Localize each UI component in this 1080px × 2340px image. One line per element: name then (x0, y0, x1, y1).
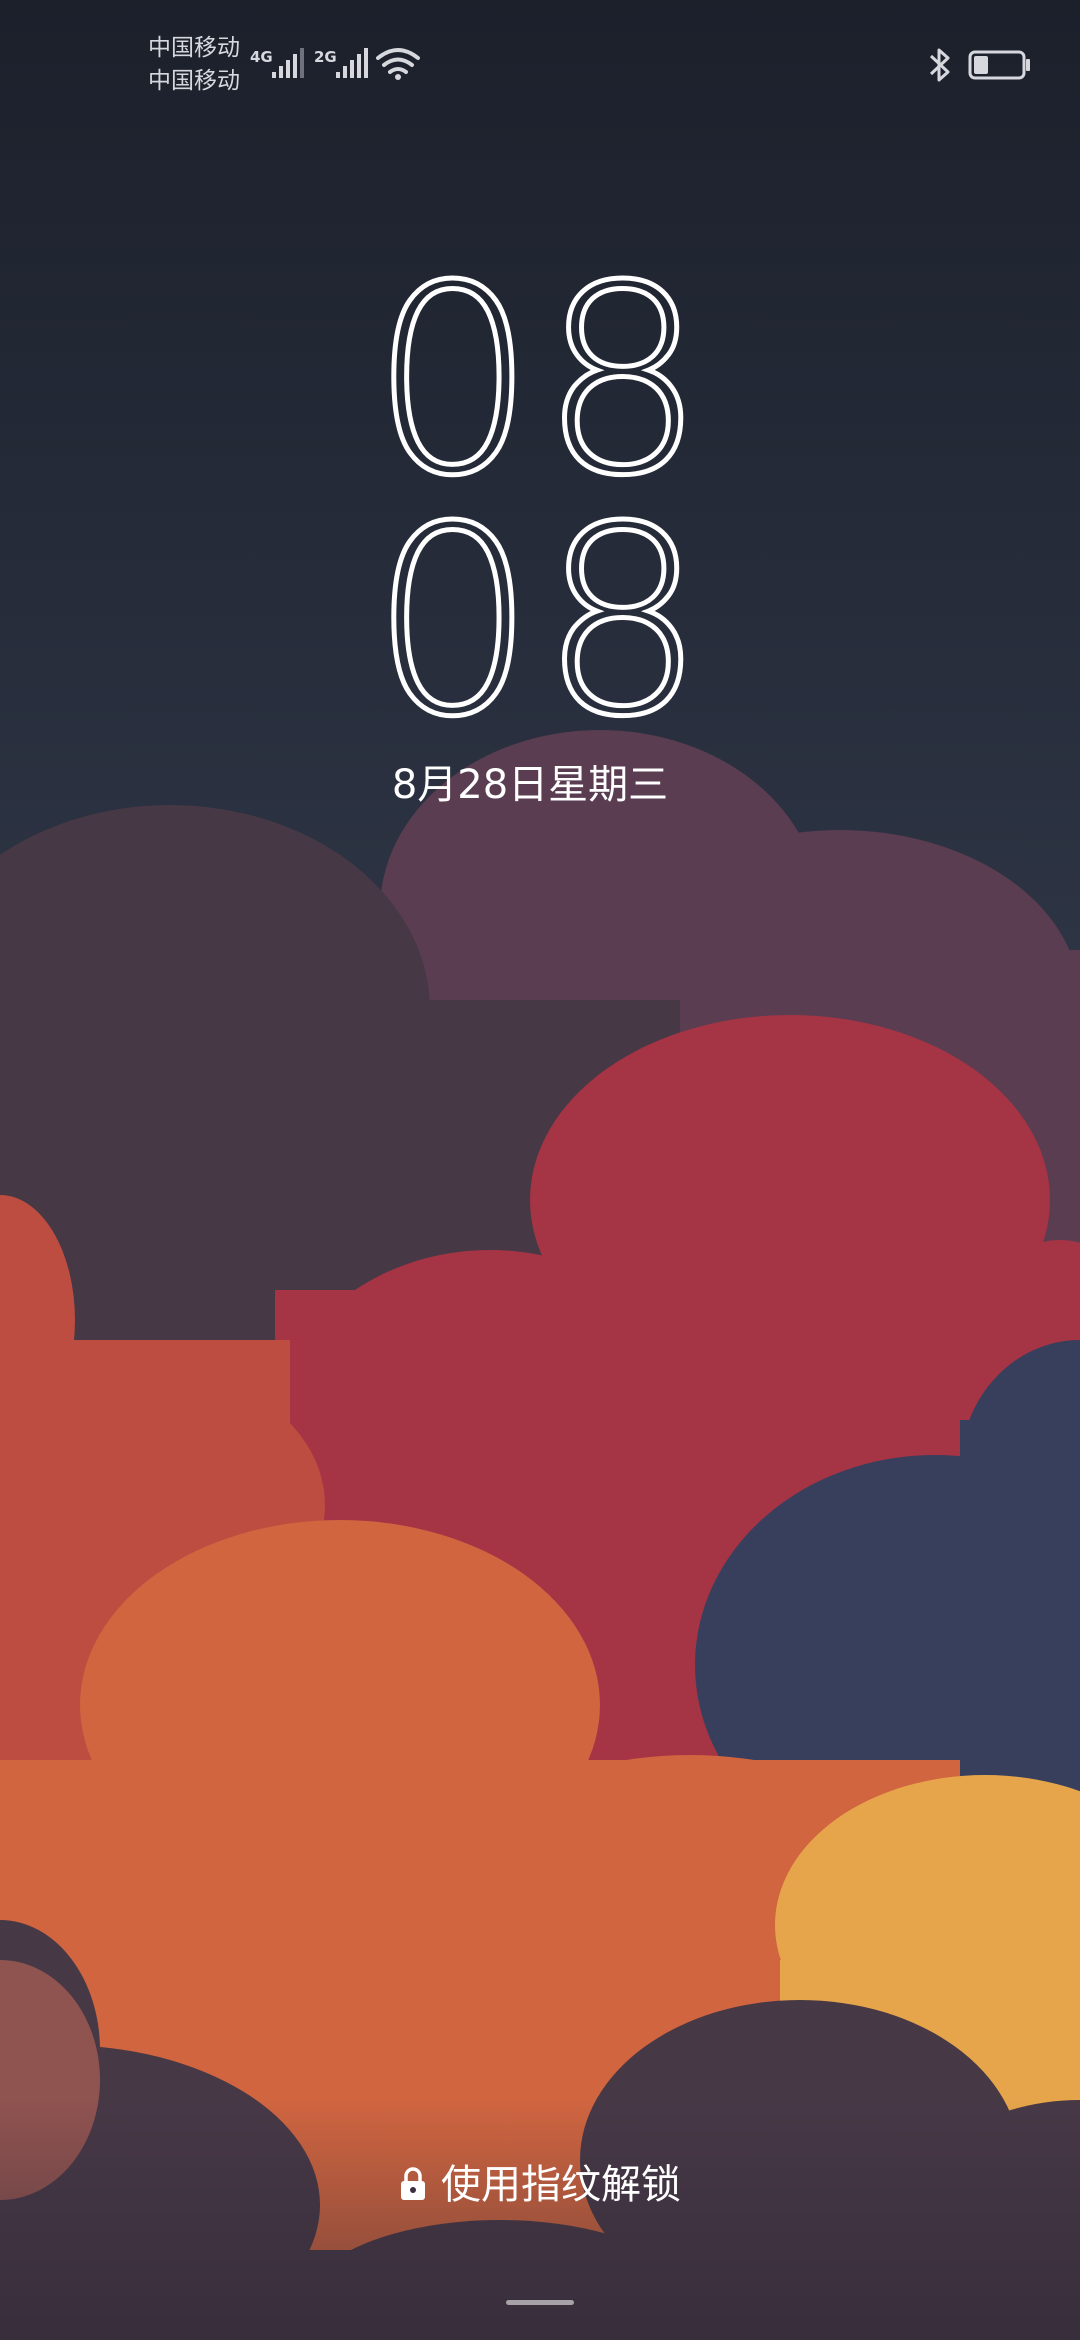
carrier-sim1: 中国移动 (148, 35, 240, 61)
sim1-signal: 4G (250, 44, 310, 84)
bluetooth-icon (929, 48, 950, 82)
lock-icon (401, 2167, 425, 2200)
carrier-labels: 中国移动 中国移动 (148, 32, 240, 98)
home-indicator[interactable] (506, 2300, 574, 2305)
date-label: 8月28日星期三 (391, 762, 669, 808)
signal-icon (336, 48, 368, 78)
battery-icon (968, 50, 1030, 80)
wifi-icon (376, 48, 420, 80)
signal-icon (272, 48, 304, 78)
clock-minutes: 08 (368, 472, 710, 774)
lock-screen: 中国移动 中国移动 4G 2G 08 08 8月28日星期三 使用指纹解锁 (0, 0, 1080, 2340)
unlock-hint-label: 使用指纹解锁 (441, 2162, 681, 2208)
carrier-sim2: 中国移动 (148, 68, 240, 94)
clock-hours: 08 (368, 231, 710, 533)
sim2-signal: 2G (314, 44, 374, 84)
fingerprint-unlock-hint[interactable]: 使用指纹解锁 (0, 2152, 1080, 2210)
status-bar: 中国移动 中国移动 4G 2G (0, 0, 1080, 110)
